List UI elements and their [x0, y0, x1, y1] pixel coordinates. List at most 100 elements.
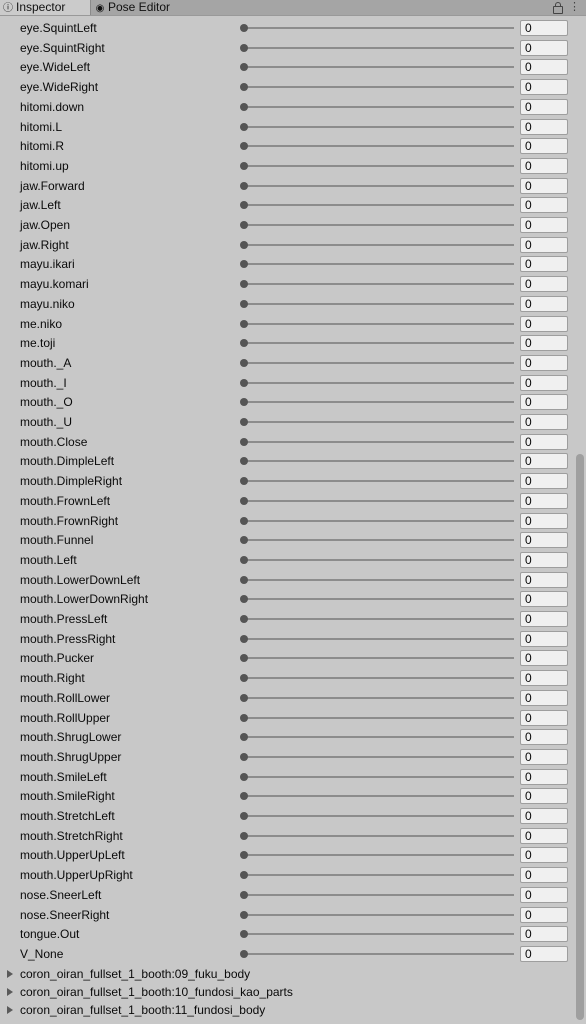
slider-thumb[interactable] [240, 930, 248, 939]
slider-thumb[interactable] [240, 575, 248, 584]
slider-thumb[interactable] [240, 418, 248, 426]
blendshape-value-field[interactable]: 0 [520, 748, 568, 765]
blendshape-value-field[interactable]: 0 [520, 650, 568, 667]
blendshape-slider[interactable] [240, 61, 514, 73]
blendshape-slider[interactable] [240, 121, 514, 133]
slider-thumb[interactable] [240, 43, 248, 52]
component-foldout[interactable]: coron_oiran_fullset_1_booth:10_fundosi_k… [0, 983, 574, 1001]
blendshape-value-field[interactable]: 0 [520, 98, 568, 115]
slider-track[interactable] [244, 381, 514, 384]
slider-track[interactable] [244, 578, 514, 581]
blendshape-value-field[interactable]: 0 [520, 295, 568, 312]
slider-track[interactable] [244, 86, 514, 89]
blendshape-slider[interactable] [240, 239, 514, 251]
blendshape-value-field[interactable]: 0 [520, 492, 568, 509]
slider-thumb[interactable] [240, 555, 248, 564]
blendshape-slider[interactable] [240, 712, 514, 724]
blendshape-slider[interactable] [240, 475, 514, 487]
blendshape-value-field[interactable]: 0 [520, 354, 568, 371]
blendshape-slider[interactable] [240, 554, 514, 566]
blendshape-value-field[interactable]: 0 [520, 906, 568, 923]
blendshape-slider[interactable] [240, 869, 514, 881]
blendshape-slider[interactable] [240, 652, 514, 664]
slider-track[interactable] [244, 204, 514, 207]
blendshape-slider[interactable] [240, 771, 514, 783]
slider-thumb[interactable] [240, 378, 248, 387]
slider-track[interactable] [244, 913, 514, 916]
slider-thumb[interactable] [240, 812, 248, 820]
blendshape-value-field[interactable]: 0 [520, 926, 568, 943]
blendshape-value-field[interactable]: 0 [520, 118, 568, 135]
blendshape-slider[interactable] [240, 790, 514, 802]
blendshape-slider[interactable] [240, 515, 514, 527]
blendshape-value-field[interactable]: 0 [520, 414, 568, 430]
slider-thumb[interactable] [240, 752, 248, 761]
slider-thumb[interactable] [240, 851, 248, 860]
blendshape-slider[interactable] [240, 22, 514, 34]
slider-track[interactable] [244, 716, 514, 719]
slider-track[interactable] [244, 184, 514, 187]
blendshape-value-field[interactable]: 0 [520, 551, 568, 568]
blendshape-value-field[interactable]: 0 [520, 611, 568, 627]
blendshape-value-field[interactable]: 0 [520, 236, 568, 253]
scroll-thumb[interactable] [576, 454, 584, 1020]
slider-track[interactable] [244, 224, 514, 226]
blendshape-slider[interactable] [240, 436, 514, 448]
slider-thumb[interactable] [240, 772, 248, 781]
blendshape-slider[interactable] [240, 731, 514, 743]
blendshape-value-field[interactable]: 0 [520, 197, 568, 214]
slider-thumb[interactable] [240, 477, 248, 486]
slider-thumb[interactable] [240, 634, 248, 643]
blendshape-slider[interactable] [240, 455, 514, 467]
blendshape-value-field[interactable]: 0 [520, 473, 568, 490]
slider-track[interactable] [244, 539, 514, 542]
slider-thumb[interactable] [240, 142, 248, 151]
blendshape-slider[interactable] [240, 278, 514, 290]
slider-thumb[interactable] [240, 280, 248, 289]
blendshape-value-field[interactable]: 0 [520, 709, 568, 726]
slider-thumb[interactable] [240, 457, 248, 466]
blendshape-value-field[interactable]: 0 [520, 453, 568, 470]
tab-inspector[interactable]: ⓘ Inspector [0, 0, 91, 15]
blendshape-slider[interactable] [240, 337, 514, 349]
slider-thumb[interactable] [240, 516, 248, 525]
slider-track[interactable] [244, 874, 514, 877]
blendshape-value-field[interactable]: 0 [520, 808, 568, 824]
blendshape-value-field[interactable]: 0 [520, 512, 568, 529]
slider-thumb[interactable] [240, 221, 248, 229]
slider-thumb[interactable] [240, 319, 248, 328]
slider-track[interactable] [244, 677, 514, 680]
slider-track[interactable] [244, 775, 514, 778]
slider-track[interactable] [244, 66, 514, 69]
slider-track[interactable] [244, 125, 514, 128]
slider-track[interactable] [244, 815, 514, 817]
slider-thumb[interactable] [240, 122, 248, 131]
slider-track[interactable] [244, 854, 514, 857]
slider-thumb[interactable] [240, 339, 248, 348]
slider-thumb[interactable] [240, 674, 248, 683]
slider-track[interactable] [244, 243, 514, 246]
triangle-right-icon[interactable] [7, 1005, 13, 1014]
slider-track[interactable] [244, 421, 514, 423]
blendshape-value-field[interactable]: 0 [520, 157, 568, 174]
blendshape-slider[interactable] [240, 593, 514, 605]
slider-thumb[interactable] [240, 437, 248, 446]
slider-track[interactable] [244, 342, 514, 345]
blendshape-slider[interactable] [240, 692, 514, 704]
blendshape-slider[interactable] [240, 810, 514, 822]
slider-track[interactable] [244, 657, 514, 660]
tab-pose-editor[interactable]: ◉ Pose Editor [92, 0, 192, 15]
slider-thumb[interactable] [240, 299, 248, 308]
slider-track[interactable] [244, 361, 514, 364]
blendshape-value-field[interactable]: 0 [520, 532, 568, 549]
triangle-right-icon[interactable] [7, 969, 13, 978]
slider-thumb[interactable] [240, 240, 248, 249]
blendshape-slider[interactable] [240, 672, 514, 684]
slider-track[interactable] [244, 933, 514, 936]
blendshape-value-field[interactable]: 0 [520, 79, 568, 96]
blendshape-slider[interactable] [240, 416, 514, 428]
component-foldout[interactable]: coron_oiran_fullset_1_booth:09_fuku_body [0, 965, 574, 983]
vertical-scrollbar[interactable] [574, 16, 586, 1024]
blendshape-slider[interactable] [240, 199, 514, 211]
slider-track[interactable] [244, 401, 514, 404]
